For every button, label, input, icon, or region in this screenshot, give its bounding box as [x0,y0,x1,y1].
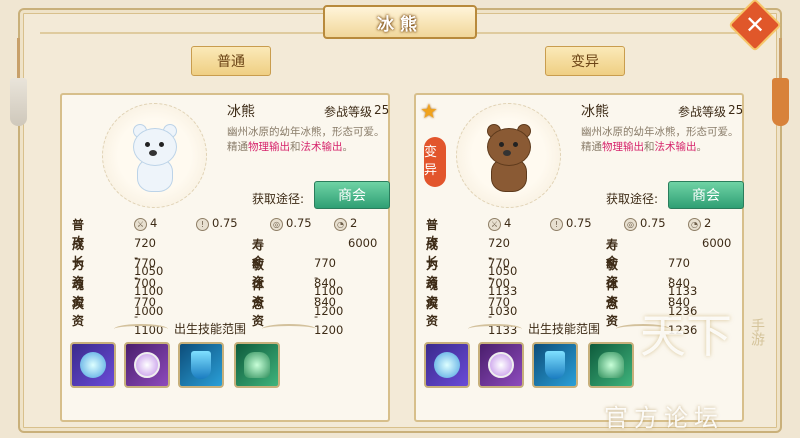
shield-skill-icon[interactable] [178,342,224,388]
pet-description: 幽州冰原的幼年冰熊，形态可爱。 精通物理输出和法术输出。 [581,126,739,153]
poison-body-skill-icon[interactable] [588,342,634,388]
pet-name: 冰熊 [581,104,609,120]
right-tassel [770,38,792,128]
ice-bear-brown-icon [483,124,535,194]
shield-skill-icon[interactable] [532,342,578,388]
dialog-title: 冰熊 [377,14,423,35]
clock-icon: ◔ [688,218,701,231]
watermark-sub: 手游 [749,318,765,346]
pet-panel-mutant: ★ 变异 冰熊 参战等级 25 幽州冰原的幼年冰熊，形态可爱。 精通物理输出和法… [414,93,744,422]
obtain-label: 获取途径: [252,192,305,206]
battle-level-value: 25 [728,103,744,117]
arcane-target-skill-icon[interactable] [478,342,524,388]
watermark-forum: 官方论坛 [604,404,724,432]
shop-button[interactable]: 商会 [668,181,744,209]
pet-portrait [102,103,207,208]
mutant-badge: 变异 [424,137,446,187]
star-icon: ★ [420,99,438,123]
battle-level-value: 25 [374,103,390,117]
ice-orb-skill-icon[interactable] [424,342,470,388]
pet-portrait [456,103,561,208]
clock-icon: ◔ [334,218,347,231]
spiral-icon: ◎ [270,218,283,231]
obtain-label: 获取途径: [606,192,659,206]
divider [262,324,316,334]
shop-button[interactable]: 商会 [314,181,390,209]
battle-level-label: 参战等级 [324,105,373,119]
tab-normal[interactable]: 普通 [191,46,271,76]
poison-body-skill-icon[interactable] [234,342,280,388]
divider [114,324,168,334]
spiral-icon: ◎ [624,218,637,231]
pet-name: 冰熊 [227,104,255,120]
left-tassel [8,38,30,128]
ice-bear-white-icon [129,124,181,194]
watermark-logo: 天下 [640,309,732,363]
sword-icon: ⚔ [134,218,147,231]
tab-mutant[interactable]: 变异 [545,46,625,76]
alert-icon: ! [550,218,563,231]
skill-range-title: 出生技能范围 [174,322,247,336]
battle-level-label: 参战等级 [678,105,727,119]
pet-description: 幽州冰原的幼年冰熊，形态可爱。 精通物理输出和法术输出。 [227,126,385,153]
title-plate: 冰熊 [323,5,477,39]
alert-icon: ! [196,218,209,231]
skill-range-title: 出生技能范围 [528,322,601,336]
ice-orb-skill-icon[interactable] [70,342,116,388]
sword-icon: ⚔ [488,218,501,231]
close-icon[interactable]: ✕ [736,6,774,44]
divider [468,324,522,334]
arcane-target-skill-icon[interactable] [124,342,170,388]
pet-panel-normal: 冰熊 参战等级 25 幽州冰原的幼年冰熊，形态可爱。 精通物理输出和法术输出。 … [60,93,390,422]
